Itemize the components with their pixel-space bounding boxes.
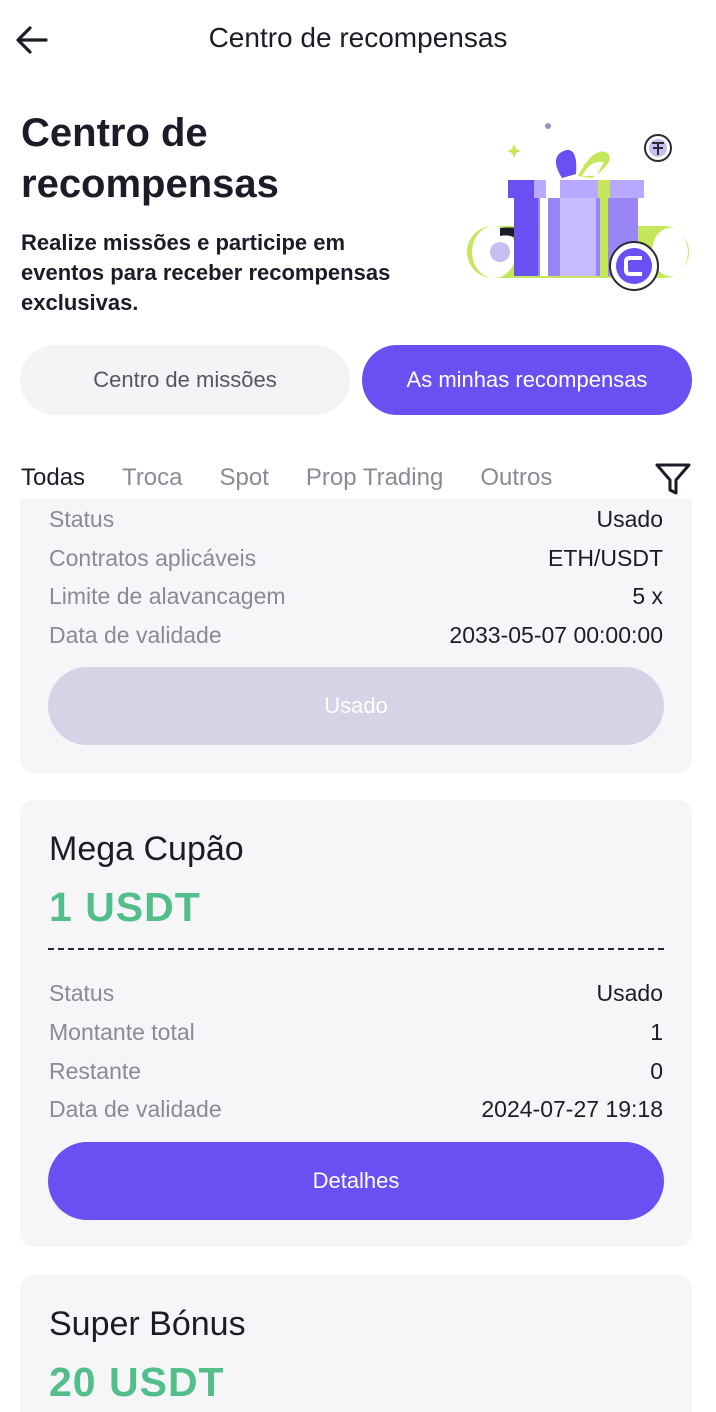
validity-date-row: Data de validade 2024-07-27 19:18 xyxy=(49,1094,663,1124)
leverage-limit-value: 5 x xyxy=(632,582,663,609)
hero-subtitle: Realize missões e participe em eventos p… xyxy=(21,230,391,315)
card-amount: 1 USDT xyxy=(49,884,201,930)
reward-card: Super Bónus 20 USDT xyxy=(20,1275,692,1412)
card-title: Super Bónus xyxy=(49,1305,246,1343)
tab-others[interactable]: Outros xyxy=(480,464,552,492)
total-amount-label: Montante total xyxy=(49,1018,195,1045)
page-title: Centro de recompensas xyxy=(208,22,508,53)
remaining-label: Restante xyxy=(49,1057,142,1084)
validity-date-value: 2033-05-07 00:00:00 xyxy=(449,621,663,648)
leverage-limit-label: Limite de alavancagem xyxy=(49,582,286,609)
tab-exchange[interactable]: Troca xyxy=(122,464,182,492)
status-label: Status xyxy=(49,505,115,532)
tab-spot[interactable]: Spot xyxy=(220,464,269,492)
remaining-row: Restante 0 xyxy=(49,1056,663,1086)
leverage-limit-row: Limite de alavancagem 5 x xyxy=(49,581,663,611)
applicable-contracts-label: Contratos aplicáveis xyxy=(49,544,257,571)
card-title: Mega Cupão xyxy=(49,830,244,868)
applicable-contracts-row: Contratos aplicáveis ETH/USDT xyxy=(49,543,663,573)
filter-funnel-icon xyxy=(655,463,691,495)
gift-box-illustration xyxy=(467,123,689,291)
my-rewards-button[interactable]: As minhas recompensas xyxy=(362,345,692,415)
total-amount-row: Montante total 1 xyxy=(49,1017,663,1047)
validity-date-label: Data de validade xyxy=(49,621,222,648)
validity-date-label: Data de validade xyxy=(49,1095,222,1122)
details-button[interactable]: Detalhes xyxy=(48,1142,664,1220)
divider xyxy=(48,948,664,950)
remaining-value: 0 xyxy=(650,1057,663,1084)
tab-all[interactable]: Todas xyxy=(21,464,85,492)
status-row: Status Usado xyxy=(49,978,663,1008)
category-tabs: Todas Troca Spot Prop Trading Outros xyxy=(21,460,589,496)
hero-title: Centro de recompensas xyxy=(21,111,279,206)
validity-date-value: 2024-07-27 19:18 xyxy=(481,1095,663,1122)
reward-card: Status Usado Contratos aplicáveis ETH/US… xyxy=(20,498,692,773)
status-row: Status Usado xyxy=(49,504,663,534)
total-amount-value: 1 xyxy=(650,1018,663,1045)
missions-center-button[interactable]: Centro de missões xyxy=(20,345,350,415)
status-value: Usado xyxy=(596,505,663,532)
status-value: Usado xyxy=(596,979,663,1006)
status-label: Status xyxy=(49,979,115,1006)
reward-card: Mega Cupão 1 USDT Status Usado Montante … xyxy=(20,800,692,1247)
used-button[interactable]: Usado xyxy=(48,667,664,745)
applicable-contracts-value: ETH/USDT xyxy=(548,544,663,571)
top-bar: Centro de recompensas xyxy=(0,0,716,80)
card-amount: 20 USDT xyxy=(49,1359,225,1405)
tab-prop-trading[interactable]: Prop Trading xyxy=(306,464,443,492)
validity-date-row: Data de validade 2033-05-07 00:00:00 xyxy=(49,620,663,650)
filter-button[interactable] xyxy=(652,458,694,500)
